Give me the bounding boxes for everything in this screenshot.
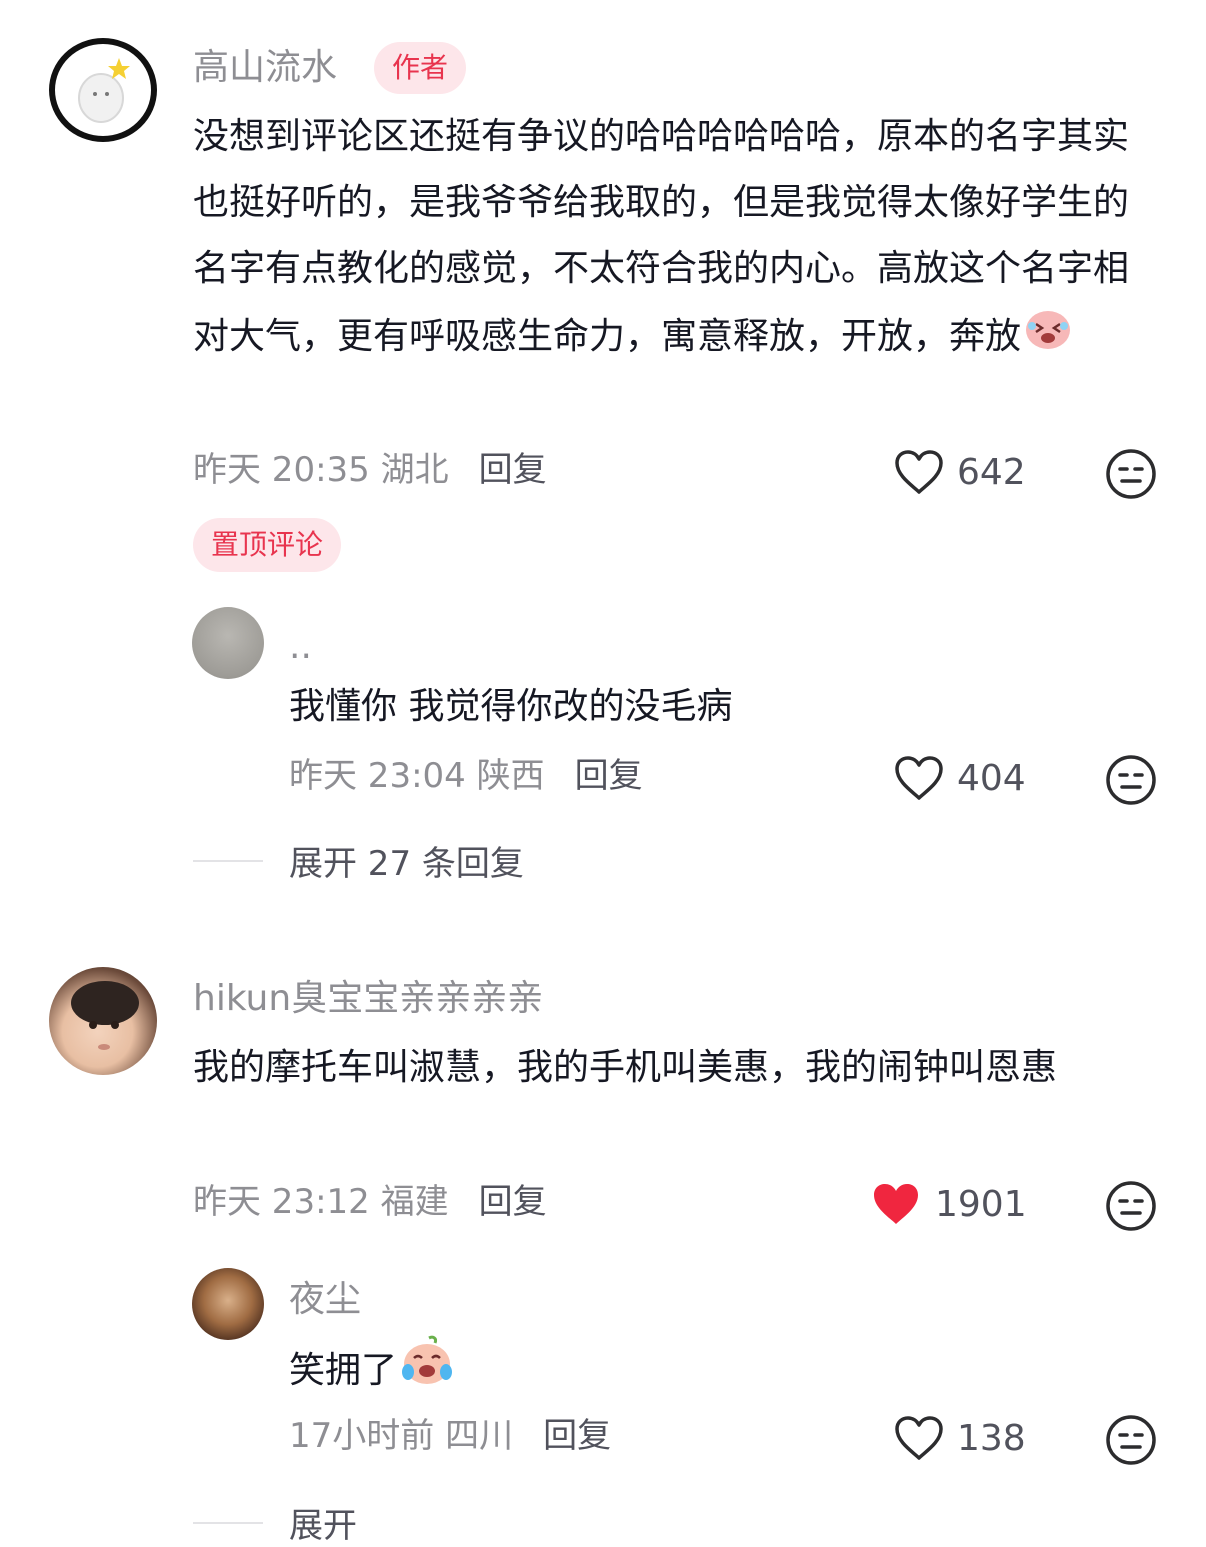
comment-author[interactable]: 高山流水 (193, 46, 337, 90)
expand-replies-button[interactable]: 展开 27 条回复 (193, 836, 524, 885)
reply-meta: 17小时前 四川 回复 (289, 1414, 611, 1458)
timestamp-location: 17小时前 四川 (289, 1416, 514, 1456)
comment-text: 没想到评论区还挺有争议的哈哈哈哈哈哈，原本的名字其实也挺好听的，是我爷爷给我取的… (193, 104, 1158, 374)
reply-meta: 昨天 23:04 陕西 回复 (289, 754, 643, 798)
crying-laughing-emoji-icon (399, 1334, 455, 1410)
comment-meta: 昨天 23:12 福建 回复 (193, 1180, 547, 1224)
like-count: 138 (957, 1417, 1026, 1459)
expand-replies-label: 展开 27 条回复 (289, 844, 524, 884)
heart-outline-icon (895, 1416, 943, 1460)
reply-author[interactable]: .. (289, 625, 312, 669)
heart-outline-icon (895, 756, 943, 800)
dislike-face-icon[interactable] (1105, 448, 1157, 504)
reply-text: 我懂你 我觉得你改的没毛病 (289, 686, 733, 727)
heart-outline-icon (895, 450, 943, 494)
reply-button[interactable]: 回复 (479, 450, 547, 490)
heart-filled-icon (874, 1184, 918, 1224)
comment-meta: 昨天 20:35 湖北 回复 (193, 448, 547, 492)
avatar[interactable] (192, 607, 264, 679)
author-badge: 作者 (374, 42, 467, 94)
comment-text: 我的摩托车叫淑慧，我的手机叫美惠，我的闹钟叫恩惠 (193, 1047, 1058, 1088)
like-button[interactable]: 1901 (869, 1180, 1027, 1228)
like-count: 404 (957, 757, 1026, 799)
like-button[interactable]: 642 (893, 448, 1026, 496)
divider (193, 859, 263, 862)
avatar[interactable] (49, 38, 157, 142)
reply-text: 笑拥了 (289, 1334, 455, 1410)
comment-text-content: 没想到评论区还挺有争议的哈哈哈哈哈哈，原本的名字其实也挺好听的，是我爷爷给我取的… (193, 116, 1130, 357)
avatar[interactable] (192, 1268, 264, 1340)
timestamp-location: 昨天 23:04 陕西 (289, 756, 545, 796)
dislike-face-icon[interactable] (1105, 1414, 1157, 1470)
pinned-badge: 置顶评论 (193, 518, 342, 572)
reply-button[interactable]: 回复 (479, 1182, 547, 1222)
like-button[interactable]: 404 (893, 754, 1026, 802)
divider (193, 1521, 263, 1524)
dislike-face-icon[interactable] (1105, 1180, 1157, 1236)
reply-button[interactable]: 回复 (575, 756, 643, 796)
reply-button[interactable]: 回复 (543, 1416, 611, 1456)
timestamp-location: 昨天 20:35 湖北 (193, 450, 449, 490)
like-button[interactable]: 138 (893, 1414, 1026, 1462)
reply-author[interactable]: 夜尘 (289, 1278, 361, 1322)
dislike-face-icon[interactable] (1105, 754, 1157, 810)
laughing-emoji-icon (1023, 302, 1073, 374)
like-count: 1901 (935, 1183, 1027, 1225)
comment-author[interactable]: hikun臭宝宝亲亲亲亲 (193, 977, 543, 1021)
timestamp-location: 昨天 23:12 福建 (193, 1182, 449, 1222)
like-count: 642 (957, 451, 1026, 493)
avatar[interactable] (49, 967, 157, 1075)
reply-text-content: 笑拥了 (289, 1350, 398, 1391)
